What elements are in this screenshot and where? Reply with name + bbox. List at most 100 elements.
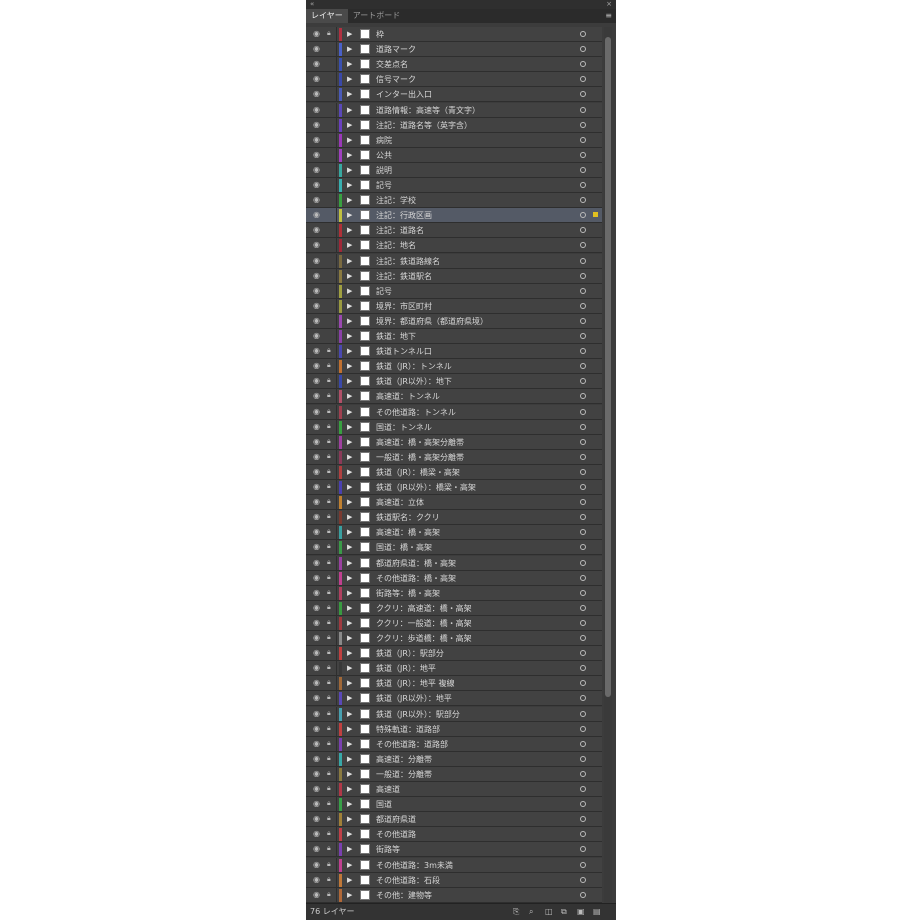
layer-name[interactable]: ククリ：歩道橋：橋・高架 (376, 631, 472, 646)
layer-row[interactable]: ◉ 🔒︎ ▶ 鉄道（JR以外）：駅部分 (306, 706, 602, 722)
layer-row[interactable]: ◉ 🔒︎ ▶ 高速道：トンネル (306, 389, 602, 405)
visibility-eye-icon[interactable]: ◉ (313, 150, 321, 159)
target-circle-icon[interactable] (580, 816, 586, 823)
expand-triangle-icon[interactable]: ▶ (347, 634, 352, 643)
expand-triangle-icon[interactable]: ▶ (347, 513, 352, 522)
lock-icon[interactable]: 🔒︎ (327, 724, 334, 733)
lock-icon[interactable]: 🔒︎ (327, 512, 334, 521)
expand-triangle-icon[interactable]: ▶ (347, 589, 352, 598)
layer-row[interactable]: ◉ ▶ 交差点名 (306, 57, 602, 73)
layer-name[interactable]: 注記：道路名 (376, 223, 424, 238)
layer-row[interactable]: ◉ ▶ 信号マーク (306, 72, 602, 88)
visibility-eye-icon[interactable]: ◉ (313, 226, 321, 234)
layer-name[interactable]: 街路等 (376, 842, 400, 857)
visibility-eye-icon[interactable]: ◉ (313, 573, 321, 582)
visibility-eye-icon[interactable]: ◉ (313, 754, 321, 763)
layer-name[interactable]: ククリ：一般道：橋・高架 (376, 616, 472, 631)
lock-icon[interactable]: 🔒︎ (327, 346, 334, 355)
visibility-eye-icon[interactable]: ◉ (313, 830, 321, 838)
lock-toggle[interactable] (327, 256, 334, 265)
lock-icon[interactable]: 🔒︎ (327, 860, 334, 869)
target-circle-icon[interactable] (580, 182, 586, 188)
target-circle-icon[interactable] (580, 846, 586, 853)
lock-toggle[interactable] (327, 195, 334, 204)
layer-row[interactable]: ◉ 🔒︎ ▶ 鉄道（JR以外）：橋梁・高架 (306, 480, 602, 495)
expand-triangle-icon[interactable]: ▶ (347, 45, 352, 54)
collapse-icon[interactable]: « (310, 0, 314, 8)
lock-toggle[interactable] (327, 165, 334, 174)
expand-triangle-icon[interactable]: ▶ (347, 408, 352, 417)
layer-name[interactable]: 注記：道路名等（英字含） (376, 118, 472, 133)
layer-row[interactable]: ◉ ▶ 注記：道路名 (306, 223, 602, 239)
layer-name[interactable]: 高速道：トンネル (376, 389, 440, 404)
layer-row[interactable]: ◉ ▶ 注記：鉄道路線名 (306, 253, 602, 269)
expand-triangle-icon[interactable]: ▶ (347, 574, 352, 583)
target-circle-icon[interactable] (580, 861, 586, 868)
expand-triangle-icon[interactable]: ▶ (347, 287, 352, 296)
target-circle-icon[interactable] (580, 544, 586, 551)
expand-triangle-icon[interactable]: ▶ (347, 679, 352, 688)
lock-toggle[interactable] (327, 59, 334, 68)
expand-triangle-icon[interactable]: ▶ (347, 694, 352, 703)
expand-triangle-icon[interactable]: ▶ (347, 196, 352, 205)
tab-layers[interactable]: レイヤー (306, 9, 348, 23)
target-circle-icon[interactable] (580, 529, 586, 536)
lock-icon[interactable]: 🔒︎ (327, 573, 334, 582)
expand-triangle-icon[interactable]: ▶ (347, 347, 352, 356)
layer-name[interactable]: その他道路：3m未満 (376, 858, 453, 873)
expand-triangle-icon[interactable]: ▶ (347, 241, 352, 250)
layer-row[interactable]: ◉ ▶ 記号 (306, 283, 602, 299)
lock-icon[interactable]: 🔒︎ (327, 678, 334, 687)
expand-triangle-icon[interactable]: ▶ (347, 891, 352, 900)
lock-icon[interactable]: 🔒︎ (327, 814, 334, 823)
lock-icon[interactable]: 🔒︎ (327, 452, 334, 461)
expand-triangle-icon[interactable]: ▶ (347, 845, 352, 854)
expand-triangle-icon[interactable]: ▶ (347, 559, 352, 568)
target-circle-icon[interactable] (580, 363, 586, 370)
target-circle-icon[interactable] (580, 242, 586, 249)
layer-name[interactable]: ククリ：高速道：橋・高架 (376, 601, 472, 616)
visibility-eye-icon[interactable]: ◉ (313, 467, 321, 476)
target-circle-icon[interactable] (580, 710, 586, 717)
layer-name[interactable]: 注記：学校 (376, 193, 416, 208)
layer-row[interactable]: ◉ 🔒︎ ▶ その他道路：石段 (306, 872, 602, 888)
visibility-eye-icon[interactable]: ◉ (313, 437, 321, 446)
visibility-eye-icon[interactable]: ◉ (313, 875, 321, 884)
visibility-eye-icon[interactable]: ◉ (313, 528, 321, 536)
layer-name[interactable]: 国道 (376, 797, 392, 812)
layer-row[interactable]: ◉ ▶ 注記：道路名等（英字含） (306, 117, 602, 133)
layer-row[interactable]: ◉ ▶ 病院 (306, 132, 602, 148)
target-circle-icon[interactable] (580, 589, 586, 596)
expand-triangle-icon[interactable]: ▶ (347, 362, 352, 371)
layer-row[interactable]: ◉ 🔒︎ ▶ 鉄道（JR以外）：地下 (306, 374, 602, 390)
layer-name[interactable]: 注記：鉄道駅名 (376, 269, 432, 284)
layer-name[interactable]: 高速道：分離帯 (376, 752, 432, 767)
layer-name[interactable]: その他道路 (376, 827, 416, 842)
layer-row[interactable]: ◉ 🔒︎ ▶ 鉄道（JR）：トンネル (306, 359, 602, 375)
visibility-eye-icon[interactable]: ◉ (313, 860, 321, 869)
visibility-eye-icon[interactable]: ◉ (313, 739, 321, 748)
visibility-eye-icon[interactable]: ◉ (313, 165, 321, 174)
target-circle-icon[interactable] (580, 499, 586, 506)
visibility-eye-icon[interactable]: ◉ (313, 332, 321, 340)
layer-row[interactable]: ◉ 🔒︎ ▶ 高速道 (306, 782, 602, 797)
lock-toggle[interactable] (327, 225, 334, 234)
expand-triangle-icon[interactable]: ▶ (347, 60, 352, 69)
lock-icon[interactable]: 🔒︎ (327, 799, 334, 808)
expand-triangle-icon[interactable]: ▶ (347, 483, 352, 492)
visibility-eye-icon[interactable]: ◉ (313, 800, 321, 808)
expand-triangle-icon[interactable]: ▶ (347, 453, 352, 462)
layer-row[interactable]: ◉ 🔒︎ ▶ その他道路：3m未満 (306, 857, 602, 873)
layer-name[interactable]: 鉄道トンネル口 (376, 344, 432, 359)
lock-icon[interactable]: 🔒︎ (327, 769, 334, 778)
layer-name[interactable]: 高速道：橋・高架分離帯 (376, 435, 464, 450)
lock-icon[interactable]: 🔒︎ (327, 542, 334, 551)
lock-toggle[interactable] (327, 89, 334, 98)
visibility-eye-icon[interactable]: ◉ (313, 785, 321, 793)
target-circle-icon[interactable] (580, 876, 586, 883)
layer-row[interactable]: ◉ ▶ 注記：行政区画 (306, 208, 602, 224)
target-circle-icon[interactable] (580, 891, 586, 898)
lock-icon[interactable]: 🔒︎ (327, 467, 334, 476)
delete-icon[interactable]: ▤ (593, 908, 601, 916)
target-circle-icon[interactable] (580, 635, 586, 641)
